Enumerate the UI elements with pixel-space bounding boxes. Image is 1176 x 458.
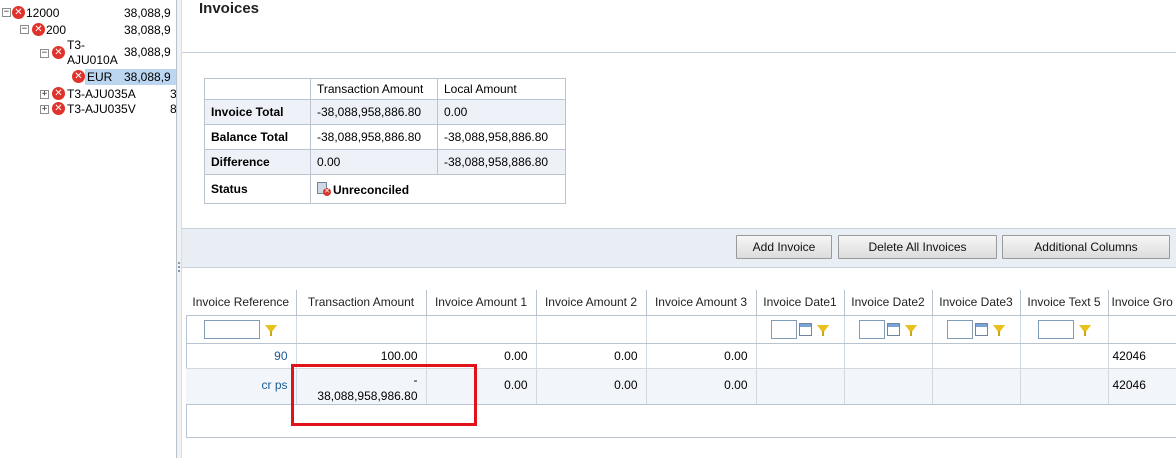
tree-node-value: 38,088,9 — [124, 70, 171, 84]
invoice-date1-cell — [756, 343, 845, 369]
invoice-group-cell: 42046 — [1108, 343, 1176, 369]
error-icon: ✕ — [52, 46, 65, 59]
filter-cell — [646, 315, 757, 344]
filter-cell — [1108, 315, 1176, 344]
status-label: Status — [204, 174, 311, 204]
expand-toggle[interactable]: + — [40, 105, 49, 114]
error-icon: ✕ — [52, 87, 65, 100]
invoice-amount3-cell: 0.00 — [646, 368, 757, 405]
column-header[interactable]: Invoice Date3 — [932, 290, 1021, 316]
filter-icon[interactable] — [905, 325, 917, 336]
add-invoice-button[interactable]: Add Invoice — [736, 235, 832, 259]
invoice-date2-cell — [844, 368, 933, 405]
tree-node-label-selected[interactable]: EUR — [87, 69, 112, 85]
column-header[interactable]: Invoice Amount 1 — [426, 290, 537, 316]
invoice-amount3-cell: 0.00 — [646, 343, 757, 369]
tree-node-label[interactable]: T3- — [67, 37, 85, 53]
tree-node-label-continued[interactable]: AJU010A — [67, 52, 118, 68]
invoice-date3-cell — [932, 368, 1021, 405]
summary-local-value: -38,088,958,886.80 — [437, 149, 566, 175]
collapse-toggle[interactable]: − — [40, 49, 49, 58]
invoice-text5-cell — [1020, 368, 1109, 405]
filter-cell — [296, 315, 427, 344]
filter-cell — [1020, 315, 1109, 344]
error-icon: ✕ — [72, 70, 85, 83]
splitter-grip — [178, 262, 180, 264]
filter-cell — [932, 315, 1021, 344]
error-icon: ✕ — [12, 6, 25, 19]
summary-local-value: 0.00 — [437, 99, 566, 125]
collapse-toggle[interactable]: − — [2, 8, 11, 17]
tree-node-label[interactable]: T3-AJU035A — [67, 86, 136, 102]
red-highlight-box — [291, 364, 477, 426]
invoice-group-cell: 42046 — [1108, 368, 1176, 405]
navigation-tree: − ✕ 12000 38,088,9 − ✕ 200 38,088,9 − ✕ … — [0, 0, 176, 458]
title-divider — [182, 52, 1176, 53]
date3-filter-input[interactable] — [947, 319, 973, 339]
tree-node-value: 38,088,9 — [124, 45, 171, 59]
column-header[interactable]: Invoice Text 5 — [1020, 290, 1109, 316]
summary-row-label: Balance Total — [204, 124, 311, 150]
filter-cell — [186, 315, 297, 344]
filter-cell — [426, 315, 537, 344]
filter-cell — [844, 315, 933, 344]
summary-transaction-value: -38,088,958,886.80 — [310, 99, 438, 125]
column-header[interactable]: Invoice Date1 — [756, 290, 845, 316]
invoice-reference-link[interactable]: 90 — [186, 343, 297, 369]
filter-icon[interactable] — [1078, 325, 1091, 336]
text5-filter-input[interactable] — [1037, 319, 1074, 339]
column-header[interactable]: Invoice Amount 3 — [646, 290, 757, 316]
calendar-icon[interactable] — [799, 322, 812, 336]
collapse-toggle[interactable]: − — [20, 25, 29, 34]
tree-node-label[interactable]: 200 — [46, 22, 66, 38]
filter-icon[interactable] — [817, 325, 829, 336]
tree-node-label[interactable]: T3-AJU035V — [67, 101, 136, 117]
filter-row — [186, 315, 1176, 344]
column-header[interactable]: Invoice Gro — [1108, 290, 1176, 316]
tree-node-value: 38,088,9 — [124, 6, 171, 20]
summary-row-label: Invoice Total — [204, 99, 311, 125]
filter-cell — [756, 315, 845, 344]
status-cell: ✕ Unreconciled — [310, 174, 566, 204]
summary-corner-cell — [204, 78, 311, 100]
invoice-date3-cell — [932, 343, 1021, 369]
summary-transaction-value: 0.00 — [310, 149, 438, 175]
column-header[interactable]: Invoice Date2 — [844, 290, 933, 316]
invoice-reference-link[interactable]: cr ps — [186, 368, 297, 405]
invoice-date2-cell — [844, 343, 933, 369]
calendar-icon[interactable] — [975, 322, 988, 336]
date2-filter-input[interactable] — [859, 319, 885, 339]
tree-node-value: 38,088,9 — [124, 23, 171, 37]
date1-filter-input[interactable] — [771, 319, 797, 339]
unreconciled-status-icon: ✕ — [317, 181, 331, 196]
error-icon: ✕ — [32, 23, 45, 36]
column-header[interactable]: Invoice Reference — [186, 290, 297, 316]
additional-columns-button[interactable]: Additional Columns — [1002, 235, 1170, 259]
page-title: Invoices — [199, 0, 260, 17]
summary-table: Transaction Amount Local Amount Invoice … — [204, 78, 566, 204]
calendar-icon[interactable] — [887, 322, 900, 336]
filter-icon[interactable] — [993, 325, 1005, 336]
invoice-amount2-cell: 0.00 — [536, 368, 647, 405]
error-icon: ✕ — [52, 102, 65, 115]
filter-cell — [536, 315, 647, 344]
tree-node-label[interactable]: 12000 — [26, 5, 59, 21]
delete-all-invoices-button[interactable]: Delete All Invoices — [838, 235, 997, 259]
filter-icon[interactable] — [265, 325, 278, 336]
column-header[interactable]: Invoice Amount 2 — [536, 290, 647, 316]
invoice-date1-cell — [756, 368, 845, 405]
splitter-grip — [178, 270, 180, 272]
column-header[interactable]: Transaction Amount — [296, 290, 427, 316]
status-badge: Unreconciled — [333, 182, 410, 197]
splitter-grip — [178, 266, 180, 268]
summary-header-local: Local Amount — [437, 78, 566, 100]
summary-header-transaction: Transaction Amount — [310, 78, 438, 100]
summary-local-value: -38,088,958,886.80 — [437, 124, 566, 150]
invoice-text5-cell — [1020, 343, 1109, 369]
summary-transaction-value: -38,088,958,886.80 — [310, 124, 438, 150]
reference-filter-input[interactable] — [204, 319, 261, 339]
invoice-amount2-cell: 0.00 — [536, 343, 647, 369]
expand-toggle[interactable]: + — [40, 90, 49, 99]
summary-row-label: Difference — [204, 149, 311, 175]
